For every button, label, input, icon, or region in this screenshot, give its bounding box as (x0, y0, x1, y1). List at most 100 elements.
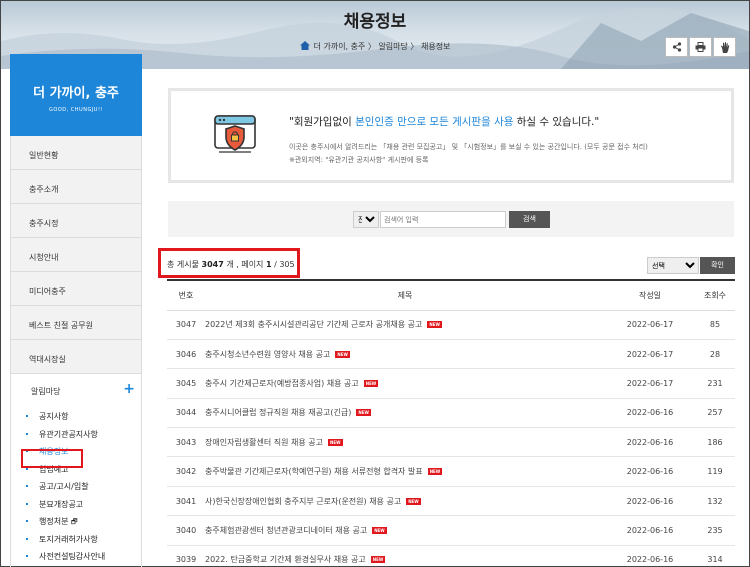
row-title-link[interactable]: 2022. 탄금중학교 기간제 환경실무사 채용 공고 (205, 555, 366, 564)
submenu-item-admin-action[interactable]: 행정처분 🗗 (11, 516, 141, 534)
search-button[interactable]: 검색 (509, 211, 550, 228)
row-title-cell: 충주체험관광센터 청년관광코디네이터 채용 공고 NEW (205, 515, 605, 546)
sidebar-item-city-admin[interactable]: 충주시정 (10, 204, 142, 238)
notice-box: "회원가입없이 본인인증 만으로 모든 게시판을 사용 하실 수 있습니다." … (168, 88, 734, 183)
table-row[interactable]: 3042 충주박물관 기간제근로자(학예연구원) 채용 서류전형 합격자 발표 NE… (167, 456, 735, 487)
sidebar-subtitle: GOOD, CHUNGJU!! (49, 107, 103, 113)
row-date: 2022-06-16 (605, 427, 695, 458)
table-row[interactable]: 3047 2022년 제3회 충주시시설관리공단 기간제 근로자 공개채용 공고 N… (167, 310, 735, 340)
sidebar-item-intro[interactable]: 충주소개 (10, 170, 142, 204)
expand-icon[interactable]: + (123, 381, 135, 397)
search-bar: 전체 검색 (168, 201, 734, 237)
table-row[interactable]: 3039 2022. 탄금중학교 기간제 환경실무사 채용 공고 NEW 2022-0… (167, 545, 735, 567)
row-number: 3041 (167, 486, 205, 517)
sidebar-item-mayors[interactable]: 역대시장실 (10, 340, 142, 374)
column-header-views: 조회수 (695, 279, 735, 311)
search-input[interactable] (380, 211, 506, 228)
table-row[interactable]: 3044 충주시니어클럽 정규직원 채용 재공고(긴급) NEW 2022-06-16… (167, 398, 735, 429)
row-title-cell: 2022년 제3회 충주시시설관리공단 기간제 근로자 공개채용 공고 NEW (205, 310, 605, 340)
highlight-box-menu (21, 449, 83, 468)
new-badge: NEW (406, 497, 421, 505)
breadcrumb: 더 가까이, 충주 〉 알림마당 〉 채용정보 (1, 41, 749, 52)
row-title-cell: 충주시 기간제근로자(예방접종사업) 채용 공고 NEW (205, 368, 605, 399)
row-title-cell: 장애인자립생활센터 직원 채용 공고 NEW (205, 427, 605, 458)
row-date: 2022-06-17 (605, 339, 695, 370)
table-row[interactable]: 3041 사)한국신장장애인협회 충주지부 근로자(운전원) 채용 공고 NEW 20… (167, 486, 735, 517)
share-icon[interactable] (665, 37, 688, 57)
row-title-link[interactable]: 충주체험관광센터 청년관광코디네이터 채용 공고 (205, 526, 367, 535)
table-row[interactable]: 3043 장애인자립생활센터 직원 채용 공고 NEW 2022-06-16 186 (167, 427, 735, 458)
column-header-date: 작성일 (605, 279, 695, 311)
row-number: 3044 (167, 398, 205, 429)
submenu-item-notice[interactable]: 공지사항 (11, 411, 141, 429)
print-icon[interactable] (689, 37, 712, 57)
row-views: 257 (695, 398, 735, 429)
hand-icon[interactable] (713, 37, 736, 57)
row-title-cell: 2022. 탄금중학교 기간제 환경실무사 채용 공고 NEW (205, 545, 605, 567)
sidebar-item-media[interactable]: 미디어충주 (10, 272, 142, 306)
new-badge: NEW (363, 379, 379, 387)
row-title-link[interactable]: 2022년 제3회 충주시시설관리공단 기간제 근로자 공개채용 공고 (205, 320, 422, 329)
home-icon[interactable] (299, 41, 310, 50)
row-title-link[interactable]: 충주시 기간제근로자(예방접종사업) 채용 공고 (205, 379, 359, 388)
breadcrumb-text: 더 가까이, 충주 〉 알림마당 〉 채용정보 (313, 42, 451, 51)
row-title-cell: 충주시청소년수련원 영양사 채용 공고 NEW (205, 339, 605, 370)
sidebar-section-header[interactable]: 알림마당 + (11, 374, 141, 397)
search-scope-select[interactable]: 전체 (353, 211, 379, 228)
row-title-link[interactable]: 충주시니어클럽 정규직원 채용 재공고(긴급) (205, 408, 351, 417)
row-date: 2022-06-16 (605, 515, 695, 546)
row-date: 2022-06-16 (605, 398, 695, 429)
sort-select[interactable]: 선택 (647, 257, 699, 274)
submenu-item-grave[interactable]: 분묘개장공고 (11, 499, 141, 517)
table-row[interactable]: 3040 충주체험관광센터 청년관광코디네이터 채용 공고 NEW 2022-06-1… (167, 515, 735, 546)
row-title-cell: 충주시니어클럽 정규직원 채용 재공고(긴급) NEW (205, 398, 605, 429)
sidebar-header: 더 가까이, 충주 GOOD, CHUNGJU!! (10, 54, 142, 136)
new-badge: NEW (356, 409, 371, 417)
sidebar-submenu: 공지사항 유관기관공지사항 채용정보 입법예고 공고/고시/입찰 분묘개장공고 … (11, 411, 141, 567)
sidebar-section-label: 알림마당 (31, 387, 61, 396)
row-title-cell: 충주박물관 기간제근로자(학예연구원) 채용 서류전형 합격자 발표 NEW (205, 456, 605, 487)
row-title-link[interactable]: 사)한국신장장애인협회 충주지부 근로자(운전원) 채용 공고 (205, 497, 401, 506)
new-badge: NEW (370, 556, 386, 564)
security-shield-icon (214, 115, 256, 153)
row-number: 3047 (167, 310, 205, 340)
row-title-link[interactable]: 충주박물관 기간제근로자(학예연구원) 채용 서류전형 합격자 발표 (205, 467, 423, 476)
row-title-link[interactable]: 충주시청소년수련원 영양사 채용 공고 (205, 350, 330, 359)
new-badge: NEW (427, 321, 442, 329)
submenu-item-consulting[interactable]: 사전컨설팅감사안내 (11, 551, 141, 567)
submenu-item-related-notice[interactable]: 유관기관공지사항 (11, 429, 141, 447)
notice-message: "회원가입없이 본인인증 만으로 모든 게시판을 사용 하실 수 있습니다." (289, 116, 600, 128)
row-date: 2022-06-17 (605, 310, 695, 340)
row-views: 235 (695, 515, 735, 546)
table-row[interactable]: 3046 충주시청소년수련원 영양사 채용 공고 NEW 2022-06-17 28 (167, 339, 735, 370)
table-header-row: 번호 제목 작성일 조회수 (167, 279, 735, 311)
sidebar-item-city-hall[interactable]: 시청안내 (10, 238, 142, 272)
row-number: 3045 (167, 368, 205, 399)
submenu-item-land[interactable]: 토지거래허가사항 (11, 534, 141, 552)
row-views: 314 (695, 545, 735, 567)
row-date: 2022-06-16 (605, 456, 695, 487)
new-badge: NEW (335, 350, 350, 358)
row-title-link[interactable]: 장애인자립생활센터 직원 채용 공고 (205, 438, 323, 447)
row-number: 3042 (167, 456, 205, 487)
confirm-button[interactable]: 확인 (700, 257, 735, 274)
submenu-item-bids[interactable]: 공고/고시/입찰 (11, 481, 141, 499)
sidebar-item-best-official[interactable]: 베스트 친절 공무원 (10, 306, 142, 340)
table-row[interactable]: 3045 충주시 기간제근로자(예방접종사업) 채용 공고 NEW 2022-06-1… (167, 368, 735, 399)
row-number: 3046 (167, 339, 205, 370)
page-title: 채용정보 (343, 12, 407, 32)
row-views: 132 (695, 486, 735, 517)
external-link-icon: 🗗 (71, 518, 78, 526)
row-number: 3040 (167, 515, 205, 546)
sidebar-menu: 일반현황 충주소개 충주시정 시청안내 미디어충주 베스트 친절 공무원 역대시… (10, 136, 142, 374)
row-date: 2022-06-16 (605, 545, 695, 567)
new-badge: NEW (427, 468, 443, 476)
row-views: 119 (695, 456, 735, 487)
sidebar-title: 더 가까이, 충주 (33, 86, 119, 101)
row-date: 2022-06-16 (605, 486, 695, 517)
sidebar-item-general[interactable]: 일반현황 (10, 136, 142, 170)
sidebar-section-notice: 알림마당 + 공지사항 유관기관공지사항 채용정보 입법예고 공고/고시/입찰 … (10, 374, 142, 567)
row-views: 231 (695, 368, 735, 399)
job-posting-table: 번호 제목 작성일 조회수 3047 2022년 제3회 충주시시설관리공단 기간… (167, 279, 735, 567)
row-title-cell: 사)한국신장장애인협회 충주지부 근로자(운전원) 채용 공고 NEW (205, 486, 605, 517)
